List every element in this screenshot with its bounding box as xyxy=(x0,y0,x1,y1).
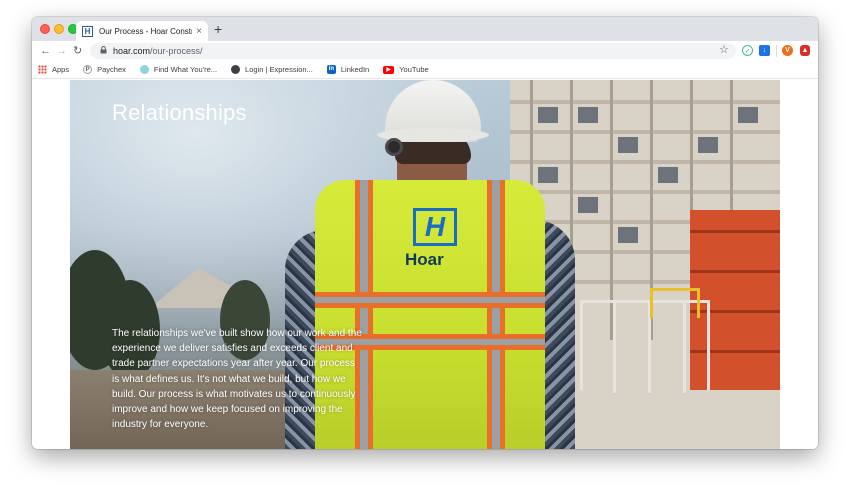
linkedin-icon: in xyxy=(326,65,336,74)
address-bar[interactable]: hoar.com/our-process/ xyxy=(90,43,736,59)
new-tab-button[interactable]: + xyxy=(214,22,222,36)
back-arrow-icon[interactable]: ← xyxy=(40,44,51,58)
shield-extension-icon[interactable]: ✓ xyxy=(742,45,753,56)
bookmark-youtube[interactable]: ▶ YouTube xyxy=(383,65,429,74)
paychex-icon: P xyxy=(83,65,93,74)
tab-our-process[interactable]: H Our Process - Hoar Constructi × xyxy=(76,21,208,41)
bookmark-login-expression[interactable]: Login | Expression... xyxy=(231,65,313,74)
url-path: /our-process/ xyxy=(150,46,203,56)
reload-icon[interactable]: ↻ xyxy=(73,44,82,58)
bookmarks-bar: Apps P Paychex Find What You're... Login… xyxy=(32,61,818,79)
section-body-text: The relationships we've built show how o… xyxy=(112,328,362,431)
page-content: H Hoar Relationships The relationships w… xyxy=(32,80,818,449)
url-host: hoar.com xyxy=(113,46,151,56)
find-site-icon xyxy=(139,65,149,74)
bookmark-label: Paychex xyxy=(97,65,126,74)
bookmark-label: Login | Expression... xyxy=(245,65,313,74)
tab-strip: H Our Process - Hoar Constructi × + xyxy=(32,17,818,41)
minimize-window-button[interactable] xyxy=(54,24,64,34)
hero-image: H Hoar Relationships The relationships w… xyxy=(70,80,780,449)
vest-wordmark: Hoar xyxy=(405,250,444,269)
hoar-favicon-icon: H xyxy=(82,25,93,37)
ublock-extension-icon[interactable]: ▲ xyxy=(800,45,810,56)
browser-window: H Our Process - Hoar Constructi × + ← → … xyxy=(32,17,818,449)
bookmark-linkedin[interactable]: in LinkedIn xyxy=(326,65,370,74)
yellow-railing xyxy=(650,288,700,318)
apps-grid-icon xyxy=(38,65,47,74)
url-text: hoar.com/our-process/ xyxy=(113,46,203,56)
browser-toolbar: ← → ↻ hoar.com/our-process/ ☆ ✓ ↓ V ▲ xyxy=(32,41,818,61)
bookmark-label: Apps xyxy=(52,65,70,74)
bookmark-label: LinkedIn xyxy=(340,65,370,74)
close-window-button[interactable] xyxy=(40,24,50,34)
forward-arrow-icon[interactable]: → xyxy=(56,44,67,58)
profile-avatar[interactable]: V xyxy=(782,45,793,56)
tab-title: Our Process - Hoar Constructi xyxy=(99,26,192,36)
ear-protection xyxy=(385,138,403,156)
bookmark-apps[interactable]: Apps xyxy=(38,65,69,74)
bookmark-find-what-youre[interactable]: Find What You're... xyxy=(139,65,218,74)
hoar-logo: H xyxy=(413,208,457,246)
toolbar-divider xyxy=(776,45,777,57)
bookmark-star-icon[interactable]: ☆ xyxy=(719,43,729,56)
section-title: Relationships xyxy=(112,100,247,125)
youtube-icon: ▶ xyxy=(383,65,395,74)
bookmark-paychex[interactable]: P Paychex xyxy=(83,65,126,74)
globe-icon xyxy=(231,65,241,74)
bookmark-label: YouTube xyxy=(399,65,429,74)
download-extension-icon[interactable]: ↓ xyxy=(759,45,770,56)
lock-icon xyxy=(100,46,107,56)
bookmark-label: Find What You're... xyxy=(153,65,218,74)
close-tab-icon[interactable]: × xyxy=(196,26,202,37)
